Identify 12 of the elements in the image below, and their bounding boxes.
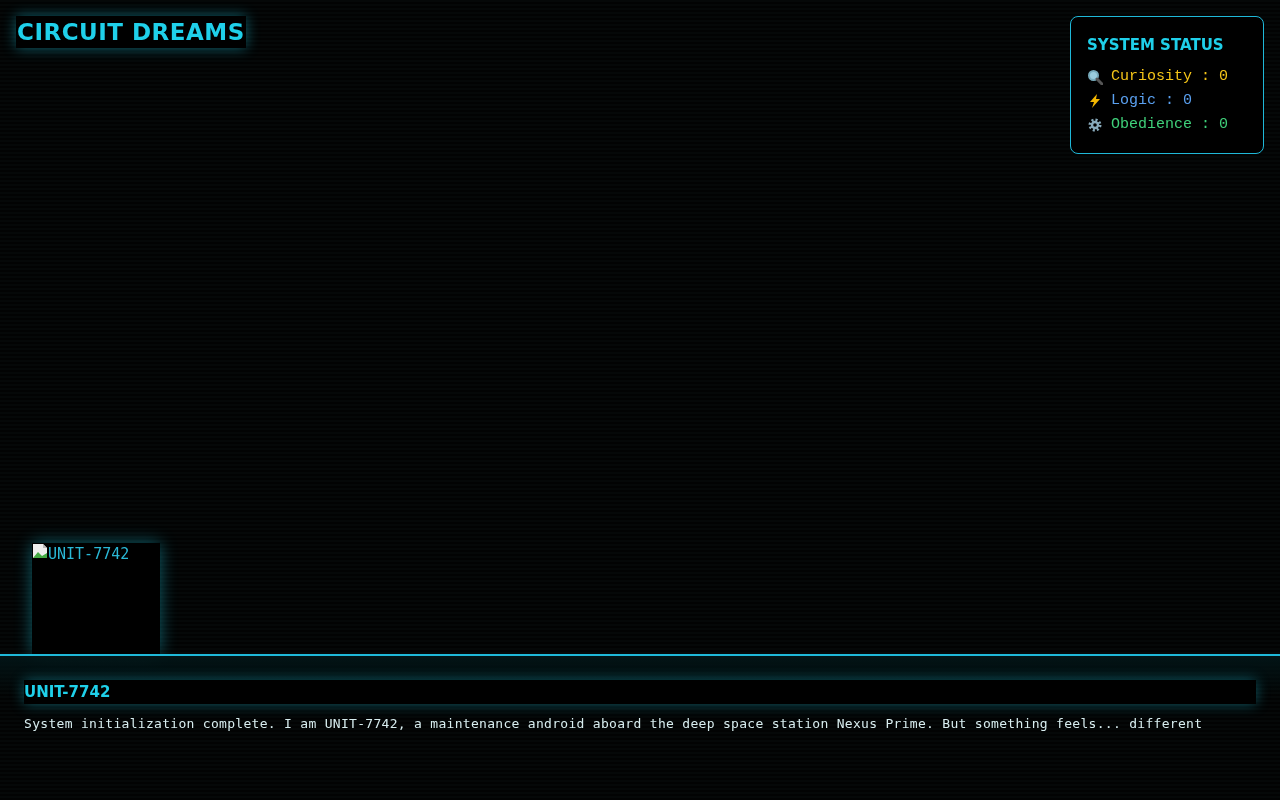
magnifier-icon [1087, 68, 1103, 85]
panel-heading: SYSTEM STATUS [1087, 35, 1225, 56]
stat-label: Curiosity : 0 [1111, 66, 1229, 87]
game-title: CIRCUIT DREAMS [16, 16, 246, 48]
broken-image-icon [32, 543, 48, 559]
stat-label: Obedience : 0 [1111, 114, 1229, 135]
lightning-icon [1087, 92, 1103, 109]
gear-icon [1087, 116, 1103, 133]
image-alt-text: UNIT-7742 [48, 544, 130, 565]
speaker-name: UNIT-7742 [24, 680, 1256, 704]
stat-label: Logic : 0 [1111, 90, 1192, 111]
dialog-text: System initialization complete. I am UNIT-7742, a maintenance android aboard the deep space station Nexus Prime. But something feels... different [24, 715, 1204, 733]
